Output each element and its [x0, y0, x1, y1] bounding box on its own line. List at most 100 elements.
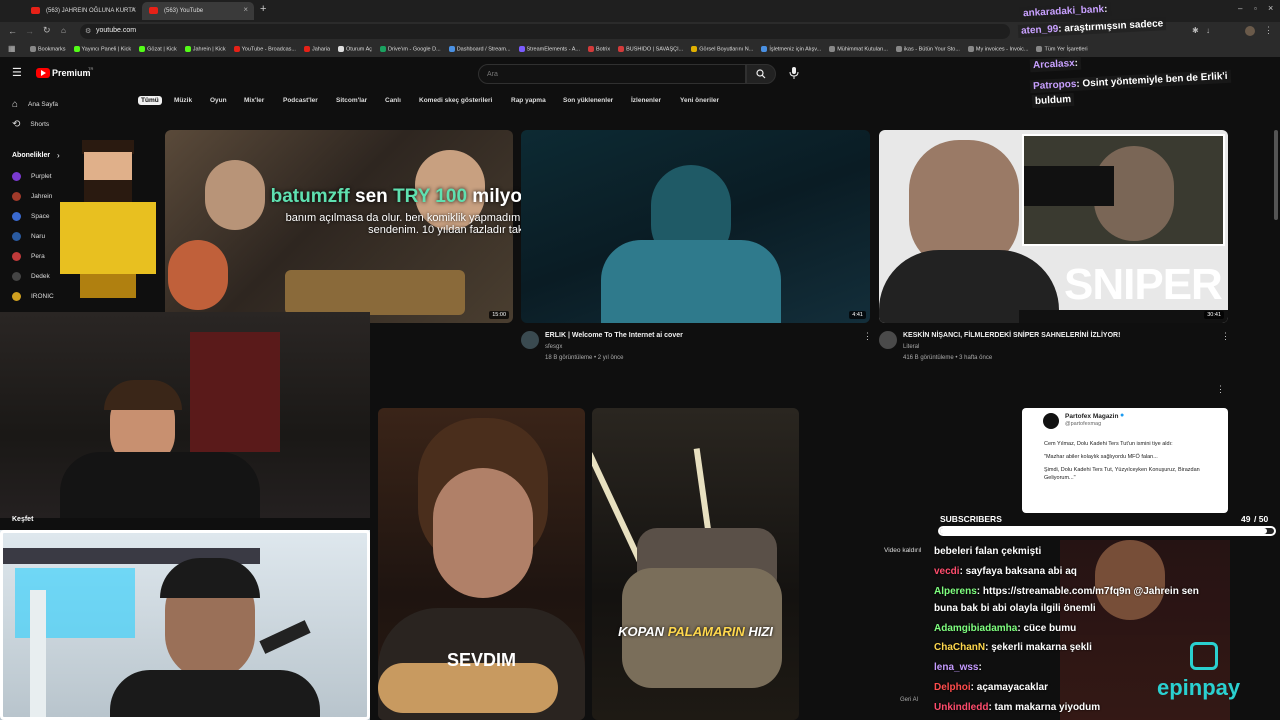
hamburger-menu-icon[interactable]: ☰	[12, 66, 22, 79]
extensions-icon[interactable]: ✱	[1192, 26, 1199, 35]
youtube-logo-text[interactable]: Premium	[52, 68, 91, 78]
search-button[interactable]	[746, 64, 776, 84]
person-figure	[433, 468, 533, 598]
chat-text: : sayfaya baksana abi aq	[959, 566, 1077, 577]
subscriptions-heading[interactable]: Abonelikler	[12, 152, 50, 159]
chip-8[interactable]: Rap yapma	[511, 97, 546, 104]
chip-3[interactable]: Mix'ler	[244, 97, 264, 104]
site-info-icon[interactable]: ⚙	[85, 27, 91, 35]
bookmark-item[interactable]: Drive'ım - Google D...	[380, 45, 441, 52]
chip-0[interactable]: Tümü	[138, 96, 162, 105]
more-options-icon[interactable]: ⋮	[863, 331, 872, 342]
new-tab-button[interactable]: +	[260, 3, 266, 15]
subscriber-goal-fill	[940, 528, 1268, 534]
inset-image	[1022, 134, 1225, 246]
subscription-item[interactable]: Naru	[12, 232, 45, 241]
short-thumbnail[interactable]: SEVDIM	[378, 408, 585, 720]
bookmark-item[interactable]: Mühimmat Kutuları...	[829, 45, 888, 52]
youtube-logo-icon[interactable]	[36, 68, 50, 78]
bookmark-item[interactable]: ikas - Bütün Your Sto...	[895, 45, 960, 52]
channel-avatar[interactable]	[521, 331, 539, 349]
more-options-icon[interactable]: ⋮	[1221, 331, 1230, 342]
subscription-item[interactable]: Purplet	[12, 172, 52, 181]
forward-arrow-icon[interactable]: →	[25, 26, 34, 36]
bookmark-item[interactable]: BUSHIDO | SAVAŞÇI...	[618, 45, 683, 52]
bookmark-item[interactable]: İşletmeniz için Alışv...	[761, 45, 821, 52]
subscription-item[interactable]: Jahrein	[12, 192, 52, 201]
subscription-item[interactable]: IRONIC	[12, 292, 54, 301]
chip-10[interactable]: İzlenenler	[631, 97, 661, 104]
apps-grid-icon[interactable]: ▦	[8, 44, 16, 53]
bookmark-item[interactable]: YouTube - Broadcas...	[233, 45, 296, 52]
close-window-icon[interactable]: ×	[1268, 3, 1273, 13]
chip-2[interactable]: Oyun	[210, 97, 227, 104]
bookmark-item[interactable]: Görsel Boyutlarını N...	[691, 45, 754, 53]
channel-avatar[interactable]	[879, 331, 897, 349]
bookmark-item[interactable]: Botrix	[588, 45, 611, 53]
video-meta: 18 B görüntüleme • 2 yıl önce	[545, 355, 624, 361]
url-field[interactable]: ⚙ youtube.com	[80, 24, 1010, 39]
channel-name[interactable]: Literal	[903, 344, 919, 350]
search-input[interactable]: Ara	[478, 64, 746, 84]
video-title[interactable]: KESKİN NİŞANCI, FİLMLERDEKİ SNİPER SAHNE…	[903, 332, 1120, 339]
short-overlay-word: PALAMARIN	[667, 624, 745, 639]
subscription-item[interactable]: Space	[12, 212, 49, 221]
maximize-window-icon[interactable]: ▫	[1254, 4, 1257, 13]
bookmark-label: My invoices - Invoic...	[975, 46, 1029, 53]
bookmark-item[interactable]: Oturum Aç	[338, 45, 372, 52]
more-options-icon[interactable]: ⋮	[1216, 384, 1225, 395]
download-icon[interactable]: ↓	[1206, 26, 1210, 35]
bookmark-item[interactable]: StreamElements - A...	[518, 45, 580, 52]
chip-6[interactable]: Canlı	[385, 97, 401, 104]
chip-4[interactable]: Podcast'ler	[283, 97, 318, 104]
bookmark-item[interactable]: Bookmarks	[30, 45, 66, 52]
browser-tab-youtube[interactable]: (563) YouTube ×	[142, 2, 254, 20]
chat-message: bebeleri falan çekmişti	[934, 546, 1041, 557]
channel-name[interactable]: sfesgx	[545, 344, 562, 350]
bookmark-label: Görsel Boyutlarını N...	[699, 46, 754, 53]
bookmark-item[interactable]: Dashboard / Stream...	[448, 45, 511, 53]
chat-username: Adamgibiadamha	[934, 623, 1018, 634]
chip-11[interactable]: Yeni öneriler	[680, 97, 719, 104]
minimize-window-icon[interactable]: –	[1238, 4, 1242, 13]
bookmark-favicon-icon	[73, 45, 80, 52]
back-arrow-icon[interactable]: ←	[8, 26, 17, 36]
bookmark-item[interactable]: Jaharia	[303, 45, 330, 52]
pixel-armor	[60, 202, 156, 274]
chip-7[interactable]: Komedi skeç gösterileri	[419, 97, 492, 104]
bookmark-item[interactable]: My invoices - Invoic...	[967, 45, 1029, 53]
undo-button[interactable]: Geri Al	[900, 697, 918, 703]
profile-avatar[interactable]	[1245, 26, 1255, 36]
short-overlay-word: HIZI	[748, 624, 773, 639]
browser-menu-icon[interactable]: ⋮	[1264, 25, 1273, 36]
video-thumbnail[interactable]: SNIPER 30:41	[879, 130, 1228, 323]
short-thumbnail[interactable]: KOPAN PALAMARIN HIZI	[592, 408, 799, 720]
subscription-item[interactable]: Dedek	[12, 272, 50, 281]
chip-9[interactable]: Son yüklenenler	[563, 97, 613, 104]
video-thumbnail[interactable]: 4:41	[521, 130, 870, 323]
page-scrollbar[interactable]	[1274, 130, 1278, 220]
bookmark-label: Dashboard / Stream...	[456, 46, 511, 53]
browser-tab-stream[interactable]: (563) JAHREIN OĞLUNA KURTA ×	[24, 2, 142, 20]
tweet-card[interactable]: Partofex Magazin ● @partofexmag Cem Yılm…	[1022, 408, 1228, 513]
top-chat-message: Arcalasx:	[1029, 56, 1082, 73]
person-figure	[1095, 540, 1165, 620]
home-icon[interactable]: ⌂	[61, 26, 66, 35]
bookmark-item[interactable]: Tüm Yer İşaretleri	[1036, 45, 1088, 52]
sidebar-item-shorts[interactable]: ⟲ Shorts	[12, 119, 49, 130]
bookmark-label: Botrix	[596, 46, 611, 53]
subscriber-goal-label: SUBSCRIBERS	[940, 514, 1002, 524]
bookmark-item[interactable]: Gözat | Kick	[139, 45, 177, 52]
reload-icon[interactable]: ↻	[43, 25, 51, 36]
bookmark-item[interactable]: Jahrein | Kick	[184, 45, 226, 52]
subscription-item[interactable]: Pera	[12, 252, 45, 261]
video-title[interactable]: ERLIK | Welcome To The Internet ai cover	[545, 332, 683, 339]
close-tab-icon[interactable]: ×	[131, 5, 136, 14]
sidebar-item-home[interactable]: ⌂ Ana Sayfa	[12, 99, 58, 110]
voice-search-button[interactable]	[788, 66, 800, 85]
close-tab-icon[interactable]: ×	[243, 5, 248, 14]
bookmark-item[interactable]: Yayıncı Paneli | Kick	[73, 45, 131, 52]
chip-5[interactable]: Sitcom'lar	[336, 97, 367, 104]
chip-1[interactable]: Müzik	[174, 97, 192, 104]
chat-username: Alperens	[934, 586, 977, 597]
